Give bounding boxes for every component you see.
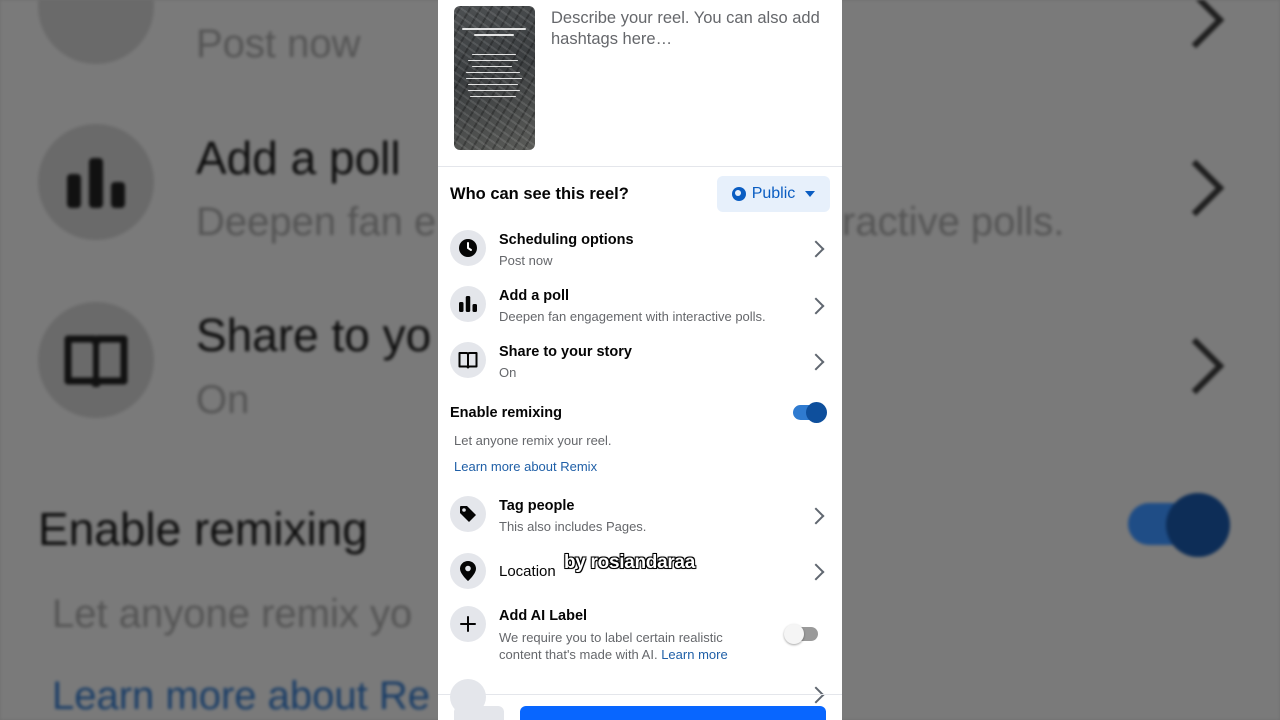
audience-question: Who can see this reel? xyxy=(450,185,629,203)
row-subtitle: Post now xyxy=(499,253,553,268)
bg-clock-icon xyxy=(38,0,154,64)
footer-divider xyxy=(438,694,842,695)
chevron-right-icon xyxy=(807,240,825,258)
row-title: Scheduling options xyxy=(499,232,634,248)
reel-settings-panel: Describe your reel. You can also add has… xyxy=(438,0,842,720)
plus-icon xyxy=(450,606,486,642)
learn-more-remix-link[interactable]: Learn more about Remix xyxy=(454,459,597,474)
row-subtitle: This also includes Pages. xyxy=(499,519,647,534)
chevron-right-icon xyxy=(807,353,825,371)
next-row-partial[interactable] xyxy=(438,675,842,715)
book-icon xyxy=(450,342,486,378)
bg-deepen-left: Deepen fan e xyxy=(196,200,437,244)
bg-chevron-icon xyxy=(1167,337,1225,395)
audience-button-label: Public xyxy=(751,185,796,202)
remix-description: Let anyone remix your reel. xyxy=(454,433,612,448)
bg-on: On xyxy=(196,378,250,422)
chevron-right-icon xyxy=(807,563,825,581)
bg-learn-more: Learn more about Re xyxy=(52,674,431,718)
row-title: Add a poll xyxy=(499,288,570,304)
bg-toggle-knob xyxy=(1166,493,1230,557)
add-poll-row[interactable]: Add a poll Deepen fan engagement with in… xyxy=(438,278,842,330)
remix-title: Enable remixing xyxy=(450,405,563,421)
ai-label-description: We require you to label certain realisti… xyxy=(499,629,759,663)
bg-book-icon xyxy=(38,302,154,418)
row-title: Add AI Label xyxy=(499,608,588,624)
reel-thumbnail[interactable] xyxy=(454,6,535,150)
audience-public-button[interactable]: Public xyxy=(717,176,830,212)
description-input[interactable]: Describe your reel. You can also add has… xyxy=(551,8,841,50)
share-to-story-row[interactable]: Share to your story On xyxy=(438,334,842,386)
footer-secondary-button[interactable] xyxy=(454,706,504,720)
chevron-right-icon xyxy=(807,686,825,704)
tag-people-row[interactable]: Tag people This also includes Pages. xyxy=(438,488,842,540)
toggle-knob xyxy=(784,624,804,644)
bg-deepen-right: ractive polls. xyxy=(842,200,1065,244)
row-title: Location xyxy=(499,563,556,580)
bg-add-poll: Add a poll xyxy=(196,132,401,184)
globe-icon xyxy=(731,187,746,201)
tag-icon xyxy=(450,496,486,532)
divider xyxy=(438,166,842,167)
clock-icon xyxy=(450,230,486,266)
toggle-knob xyxy=(806,402,827,423)
ai-label-toggle[interactable] xyxy=(784,624,818,644)
scheduling-options-row[interactable]: Scheduling options Post now xyxy=(438,222,842,274)
bg-post-now: Post now xyxy=(196,22,361,66)
bg-poll-icon xyxy=(38,124,154,240)
caret-down-icon xyxy=(805,191,816,197)
creator-watermark: by rosiandaraa xyxy=(564,552,695,573)
bg-chevron-icon xyxy=(1167,0,1225,49)
chevron-right-icon xyxy=(807,297,825,315)
bg-enable-remixing: Enable remixing xyxy=(38,503,368,555)
row-subtitle: On xyxy=(499,365,517,380)
row-title: Tag people xyxy=(499,498,575,514)
ai-learn-more-link[interactable]: Learn more xyxy=(661,647,727,662)
chevron-right-icon xyxy=(807,507,825,525)
bg-chevron-icon xyxy=(1167,159,1225,217)
footer-primary-button[interactable] xyxy=(520,706,826,720)
bg-let-anyone: Let anyone remix yo xyxy=(52,592,413,636)
poll-icon xyxy=(450,286,486,322)
location-pin-icon xyxy=(450,553,486,589)
bg-share: Share to yo xyxy=(196,309,432,361)
row-subtitle: Deepen fan engagement with interactive p… xyxy=(499,309,766,324)
remix-toggle[interactable] xyxy=(793,402,827,423)
row-title: Share to your story xyxy=(499,344,632,360)
